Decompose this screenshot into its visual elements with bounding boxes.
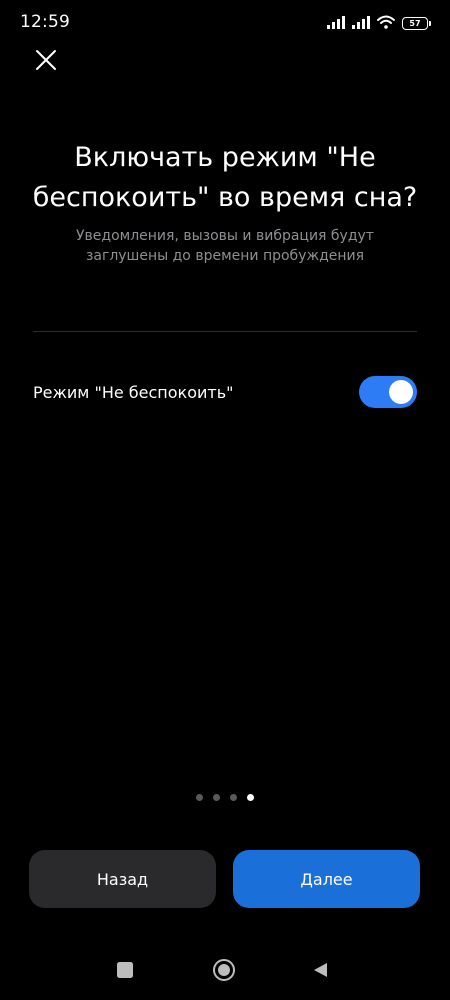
divider xyxy=(33,331,417,332)
dnd-setting-label: Режим "Не беспокоить" xyxy=(33,382,234,402)
title-line-1: Включать режим "Не xyxy=(74,142,376,173)
page-dot xyxy=(213,794,220,801)
battery-level: 57 xyxy=(409,18,421,28)
page-dot xyxy=(230,794,237,801)
page-dot xyxy=(196,794,203,801)
back-nav-button[interactable] xyxy=(308,960,332,984)
close-icon xyxy=(35,49,57,75)
home-button[interactable] xyxy=(212,958,236,986)
page-dot-active xyxy=(247,794,254,801)
status-bar: 12:59 57 xyxy=(0,0,450,44)
next-button[interactable]: Далее xyxy=(233,850,420,908)
recents-square-icon xyxy=(116,961,134,983)
battery-icon: 57 xyxy=(402,17,431,30)
status-time: 12:59 xyxy=(20,12,70,32)
title-line-2: беспокоить" во время сна? xyxy=(32,182,418,213)
close-button[interactable] xyxy=(30,46,62,78)
home-circle-icon xyxy=(212,958,236,986)
subtitle-line-1: Уведомления, вызовы и вибрация будут xyxy=(76,228,374,244)
navigation-bar xyxy=(0,950,450,994)
back-triangle-icon xyxy=(311,961,329,983)
back-button[interactable]: Назад xyxy=(29,850,216,908)
wifi-icon xyxy=(377,14,395,33)
subtitle-line-2: заглушены до времени пробуждения xyxy=(85,248,365,264)
signal-icon xyxy=(327,14,345,33)
page-title: Включать режим "Не беспокоить" во время … xyxy=(20,138,430,218)
status-icons: 57 xyxy=(327,14,431,33)
dnd-toggle-switch[interactable] xyxy=(359,376,417,408)
signal-icon xyxy=(352,14,370,33)
dnd-setting-row[interactable]: Режим "Не беспокоить" xyxy=(33,372,417,412)
recents-button[interactable] xyxy=(113,960,137,984)
page-subtitle: Уведомления, вызовы и вибрация будут заг… xyxy=(40,226,410,266)
page-indicator xyxy=(0,794,450,801)
toggle-knob xyxy=(389,380,413,404)
